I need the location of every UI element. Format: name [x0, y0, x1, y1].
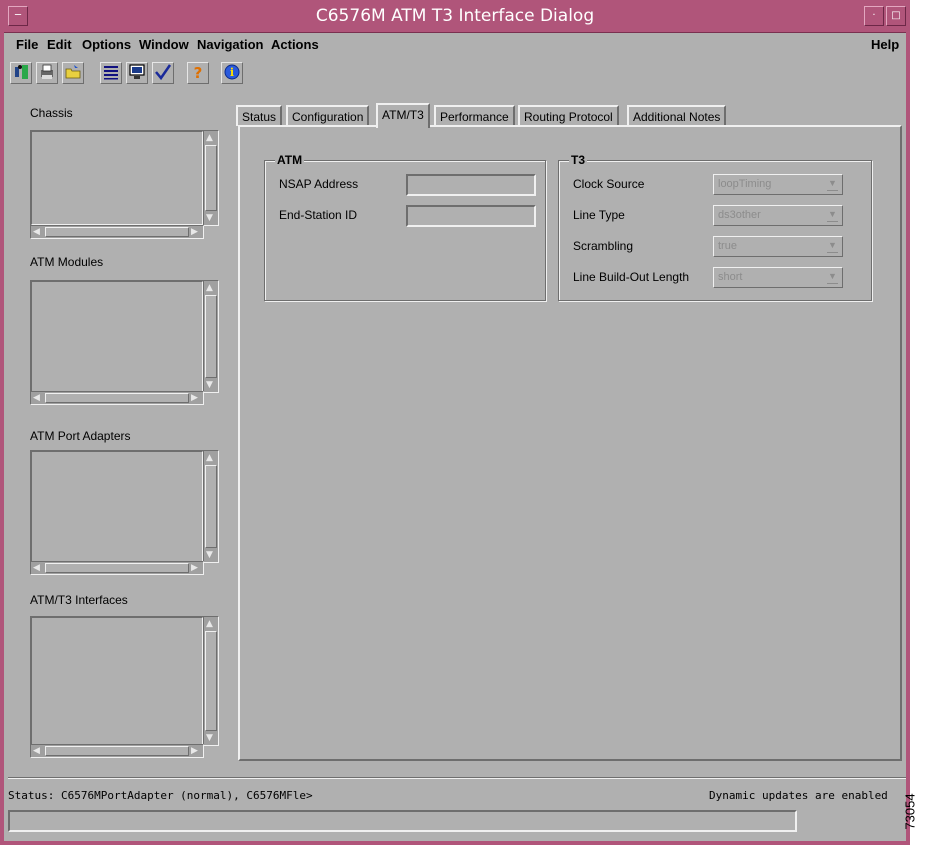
- clock-source-value: loopTiming: [718, 178, 772, 190]
- clock-source-label: Clock Source: [573, 177, 645, 191]
- menu-edit[interactable]: Edit: [47, 37, 72, 52]
- chevron-down-icon: ▼: [827, 271, 838, 284]
- clock-source-select[interactable]: loopTiming ▼: [713, 174, 843, 195]
- chevron-down-icon: ▼: [827, 178, 838, 191]
- exit-icon[interactable]: [10, 62, 32, 84]
- chevron-down-icon: ▼: [827, 240, 838, 253]
- line-build-out-length-label: Line Build-Out Length: [573, 270, 690, 284]
- end-station-id-label: End-Station ID: [279, 208, 358, 222]
- line-type-label: Line Type: [573, 208, 625, 222]
- t3-group-title: T3: [569, 153, 588, 167]
- line-build-out-length-select[interactable]: short ▼: [713, 267, 843, 288]
- maximize-button[interactable]: □: [886, 6, 906, 26]
- chevron-down-icon: ▼: [827, 209, 838, 222]
- scrambling-value: true: [718, 240, 737, 252]
- chassis-list[interactable]: [30, 130, 204, 226]
- chassis-label: Chassis: [30, 106, 73, 120]
- minimize-button[interactable]: ·: [864, 6, 884, 26]
- chassis-hscroll[interactable]: ◀ ▶: [30, 225, 204, 239]
- nsap-address-field[interactable]: [406, 174, 536, 196]
- status-separator: [8, 777, 906, 779]
- tab-routing-protocol[interactable]: Routing Protocol: [518, 105, 619, 126]
- scrambling-select[interactable]: true ▼: [713, 236, 843, 257]
- end-station-id-field[interactable]: [406, 205, 536, 227]
- help-icon[interactable]: ?: [187, 62, 209, 84]
- line-type-select[interactable]: ds3other ▼: [713, 205, 843, 226]
- title-bar[interactable]: ─ C6576M ATM T3 Interface Dialog · □: [4, 0, 906, 33]
- line-type-value: ds3other: [718, 209, 761, 221]
- atm-t3-interfaces-vscroll[interactable]: ▲ ▼: [203, 616, 219, 746]
- atm-group: ATM NSAP Address End-Station ID: [264, 153, 546, 301]
- info-icon[interactable]: i: [221, 62, 243, 84]
- figure-id: 73054: [903, 780, 932, 845]
- tab-additional-notes[interactable]: Additional Notes: [627, 105, 727, 126]
- svg-text:i: i: [230, 66, 234, 79]
- menu-window[interactable]: Window: [139, 37, 189, 52]
- atm-port-adapters-list[interactable]: [30, 450, 204, 563]
- atm-t3-tab-panel: ATM NSAP Address End-Station ID T3 Clock…: [238, 125, 902, 761]
- message-field: [8, 810, 797, 832]
- tab-performance[interactable]: Performance: [434, 105, 515, 126]
- print-icon[interactable]: [36, 62, 58, 84]
- dynamic-updates-text: Dynamic updates are enabled: [709, 789, 888, 802]
- window-title: C6576M ATM T3 Interface Dialog: [315, 6, 595, 26]
- scrambling-label: Scrambling: [573, 239, 634, 253]
- list-icon[interactable]: [100, 62, 122, 84]
- help-glyph: ?: [193, 64, 203, 82]
- menu-bar: File Edit Options Window Navigation Acti…: [4, 33, 906, 57]
- nsap-address-label: NSAP Address: [279, 177, 359, 191]
- tab-atm-t3[interactable]: ATM/T3: [376, 103, 430, 128]
- atm-modules-hscroll[interactable]: ◀ ▶: [30, 391, 204, 405]
- status-text: Status: C6576MPortAdapter (normal), C657…: [8, 789, 313, 802]
- dialog-window: ─ C6576M ATM T3 Interface Dialog · □ Fil…: [0, 0, 910, 845]
- menu-options[interactable]: Options: [82, 37, 131, 52]
- toolbar: ? i: [4, 58, 906, 88]
- menu-navigation[interactable]: Navigation: [197, 37, 263, 52]
- t3-group: T3 Clock Source loopTiming ▼ Line Type d…: [558, 153, 872, 301]
- check-icon[interactable]: [152, 62, 174, 84]
- atm-t3-interfaces-label: ATM/T3 Interfaces: [30, 593, 128, 607]
- atm-group-title: ATM: [275, 153, 305, 167]
- atm-modules-list[interactable]: [30, 280, 204, 393]
- tab-status[interactable]: Status: [236, 105, 283, 126]
- menu-help[interactable]: Help: [871, 37, 899, 52]
- line-build-out-length-value: short: [718, 271, 743, 283]
- menu-actions[interactable]: Actions: [271, 37, 319, 52]
- chassis-vscroll[interactable]: ▲ ▼: [203, 130, 219, 226]
- atm-port-adapters-hscroll[interactable]: ◀ ▶: [30, 561, 204, 575]
- atm-t3-interfaces-list[interactable]: [30, 616, 204, 746]
- figure-id-text: 73054: [902, 793, 918, 830]
- atm-port-adapters-vscroll[interactable]: ▲ ▼: [203, 450, 219, 563]
- atm-port-adapters-label: ATM Port Adapters: [30, 429, 131, 443]
- atm-modules-vscroll[interactable]: ▲ ▼: [203, 280, 219, 393]
- atm-modules-label: ATM Modules: [30, 255, 104, 269]
- menu-file[interactable]: File: [16, 37, 38, 52]
- atm-t3-interfaces-hscroll[interactable]: ◀ ▶: [30, 744, 204, 758]
- monitor-icon[interactable]: [126, 62, 148, 84]
- open-folder-icon[interactable]: [62, 62, 84, 84]
- tab-configuration[interactable]: Configuration: [286, 105, 370, 126]
